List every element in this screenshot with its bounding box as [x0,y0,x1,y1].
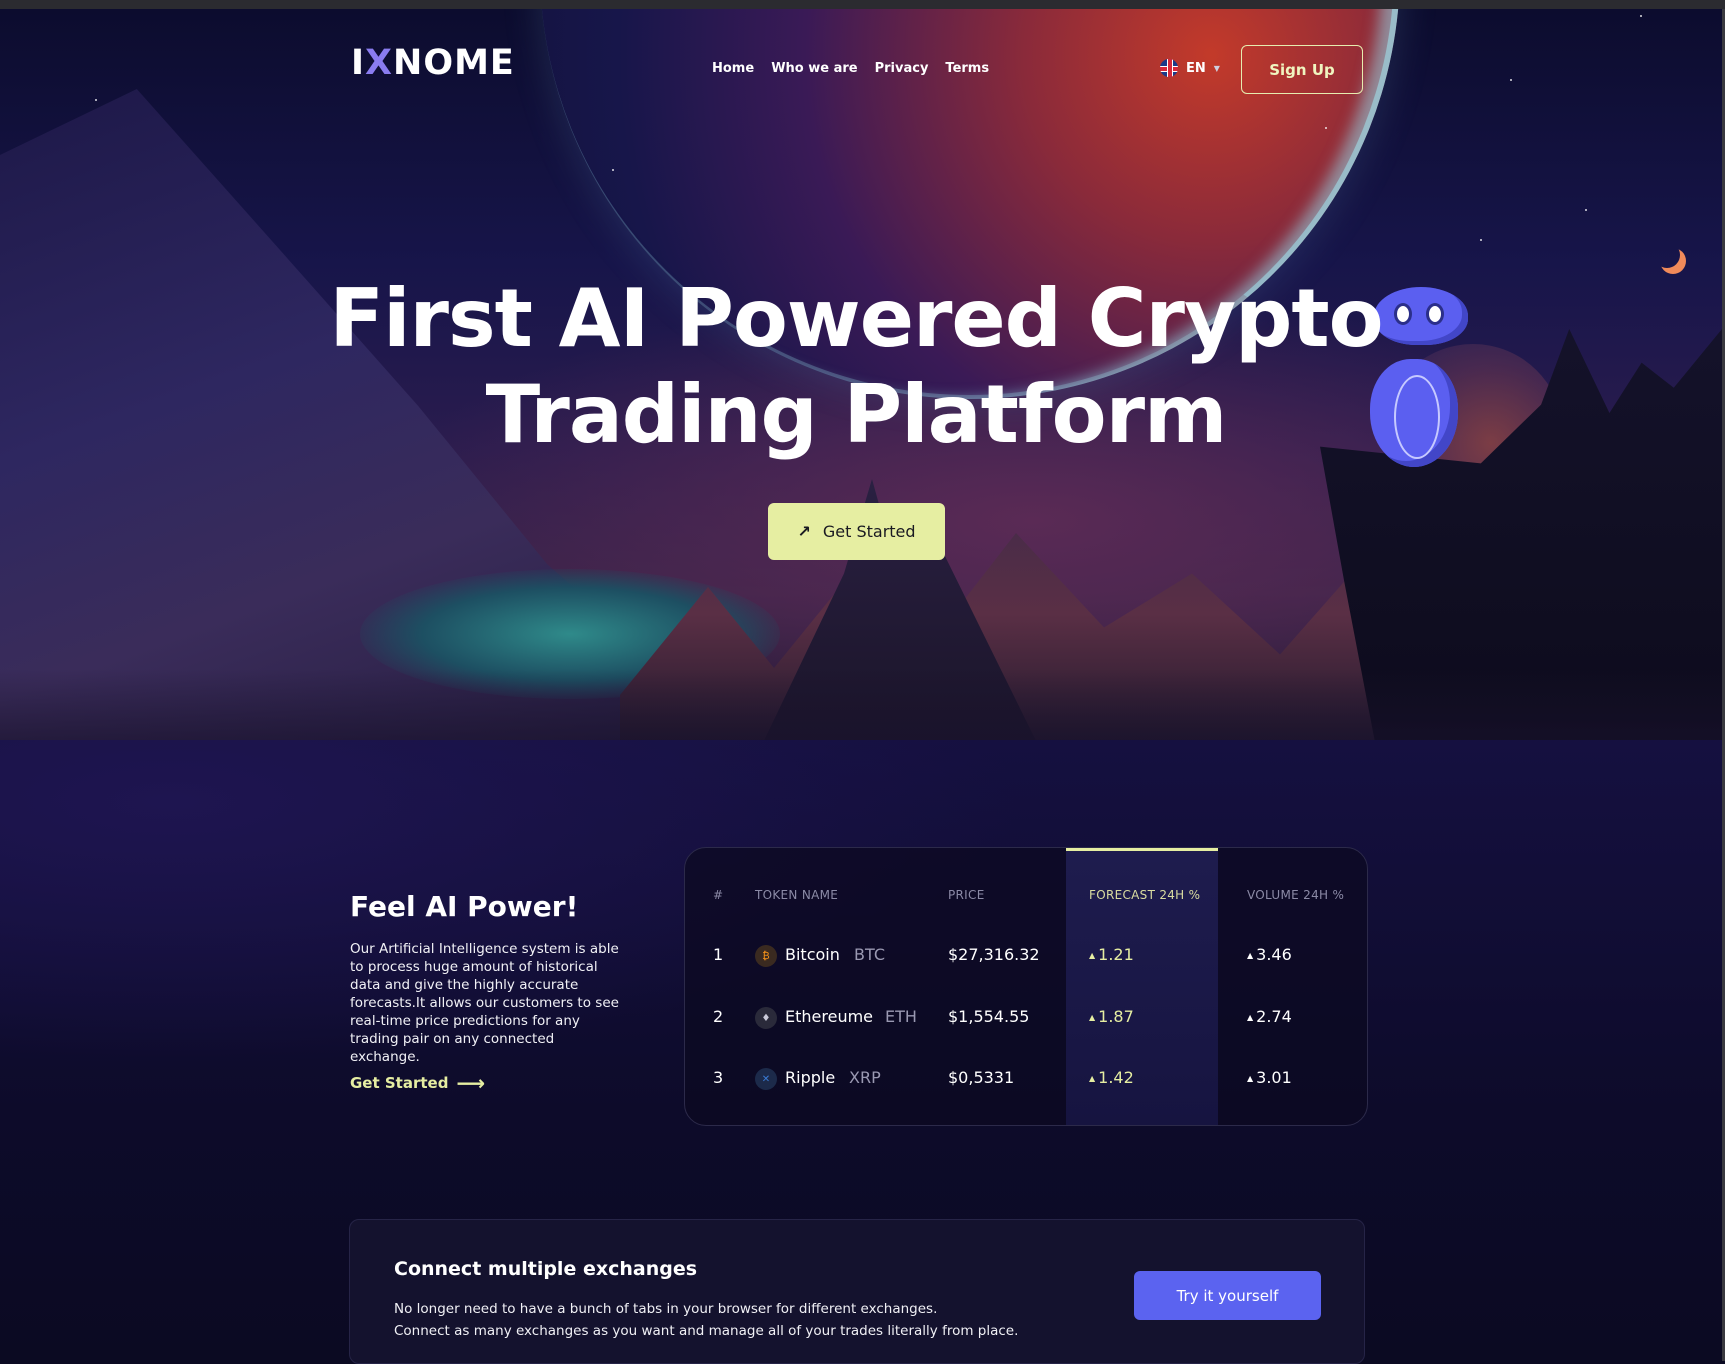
volume-number: 3.01 [1256,1068,1292,1087]
caret-down-icon: ▼ [1213,63,1220,73]
star [612,169,614,171]
try-it-yourself-button[interactable]: Try it yourself [1134,1271,1321,1320]
header-price: PRICE [948,888,985,902]
hero-title: First AI Powered Crypto Trading Platform [0,271,1712,463]
feature-get-started-link[interactable]: Get Started ⟶ [350,1071,485,1095]
caret-up-icon: ▲ [1247,1013,1254,1022]
connect-line-2: Connect as many exchanges as you want an… [394,1323,1019,1339]
token-symbol: ETH [885,1007,917,1026]
forecast-value: ▲ 1.21 [1089,945,1134,964]
row-rank: 3 [713,1068,724,1087]
row-rank: 1 [713,945,724,964]
feature-link-label: Get Started [350,1074,449,1092]
crescent-moon [1654,242,1680,268]
header-rank: # [713,888,724,902]
caret-up-icon: ▲ [1247,1074,1254,1083]
token-symbol: BTC [854,945,885,964]
token-name[interactable]: Bitcoin [785,945,840,964]
caret-up-icon: ▲ [1089,1013,1096,1022]
language-selector[interactable]: EN ▼ [1160,59,1220,77]
browser-top-bar [0,0,1725,9]
star [1640,15,1642,17]
star [95,99,97,101]
forecast-number: 1.42 [1098,1068,1134,1087]
nav-privacy[interactable]: Privacy [875,61,929,76]
feature-title: Feel AI Power! [350,890,579,923]
token-price: $0,5331 [948,1068,1015,1087]
caret-up-icon: ▲ [1089,951,1096,960]
volume-value: ▲ 3.01 [1247,1068,1292,1087]
main-nav: Home Who we are Privacy Terms [712,61,989,76]
nav-who-we-are[interactable]: Who we are [771,61,857,76]
caret-up-icon: ▲ [1089,1074,1096,1083]
connect-line-1: No longer need to have a bunch of tabs i… [394,1301,938,1317]
signup-button[interactable]: Sign Up [1241,45,1363,94]
hero-title-line1: First AI Powered Crypto [329,272,1383,365]
star [1480,239,1482,241]
ripple-icon: ✕ [755,1068,777,1090]
token-price: $27,316.32 [948,945,1040,964]
bitcoin-icon: ₿ [755,945,777,967]
caret-up-icon: ▲ [1247,951,1254,960]
token-price: $1,554.55 [948,1007,1030,1026]
volume-value: ▲ 2.74 [1247,1007,1292,1026]
logo-suffix: NOME [393,43,515,83]
connect-title: Connect multiple exchanges [394,1258,698,1280]
token-name[interactable]: Ethereume [785,1007,873,1026]
feature-description: Our Artificial Intelligence system is ab… [350,941,619,1065]
arrow-right-icon: ⟶ [456,1071,486,1095]
logo-x-mark: X [365,43,394,83]
volume-value: ▲ 3.46 [1247,945,1292,964]
get-started-button[interactable]: ↗ Get Started [768,503,945,560]
header-volume: VOLUME 24H % [1247,888,1345,902]
uk-flag-icon [1160,59,1178,77]
forecast-number: 1.21 [1098,945,1134,964]
volume-number: 2.74 [1256,1007,1292,1026]
nav-terms[interactable]: Terms [945,61,989,76]
logo[interactable]: IXNOME [351,43,515,83]
ground-fade [0,669,1722,740]
token-name[interactable]: Ripple [785,1068,835,1087]
forecast-value: ▲ 1.42 [1089,1068,1134,1087]
token-symbol: XRP [849,1068,881,1087]
forecast-number: 1.87 [1098,1007,1134,1026]
header-forecast: FORECAST 24H % [1089,888,1201,902]
ethereum-icon: ♦ [755,1007,777,1029]
arrow-up-right-icon: ↗ [797,522,811,541]
language-code: EN [1186,60,1206,76]
logo-prefix: I [351,43,366,83]
header-token-name: TOKEN NAME [755,888,839,902]
get-started-label: Get Started [822,522,916,541]
star [1510,79,1512,81]
volume-number: 3.46 [1256,945,1292,964]
connect-description: No longer need to have a bunch of tabs i… [394,1298,1018,1342]
nav-home[interactable]: Home [712,61,754,76]
connect-exchanges-card: Connect multiple exchanges No longer nee… [349,1219,1365,1364]
star [1585,209,1587,211]
hero-section: IXNOME Home Who we are Privacy Terms EN … [0,9,1722,740]
token-table: # TOKEN NAME PRICE FORECAST 24H % VOLUME… [684,847,1368,1126]
hero-title-line2: Trading Platform [485,368,1228,461]
star [1325,127,1327,129]
forecast-value: ▲ 1.87 [1089,1007,1134,1026]
row-rank: 2 [713,1007,724,1026]
